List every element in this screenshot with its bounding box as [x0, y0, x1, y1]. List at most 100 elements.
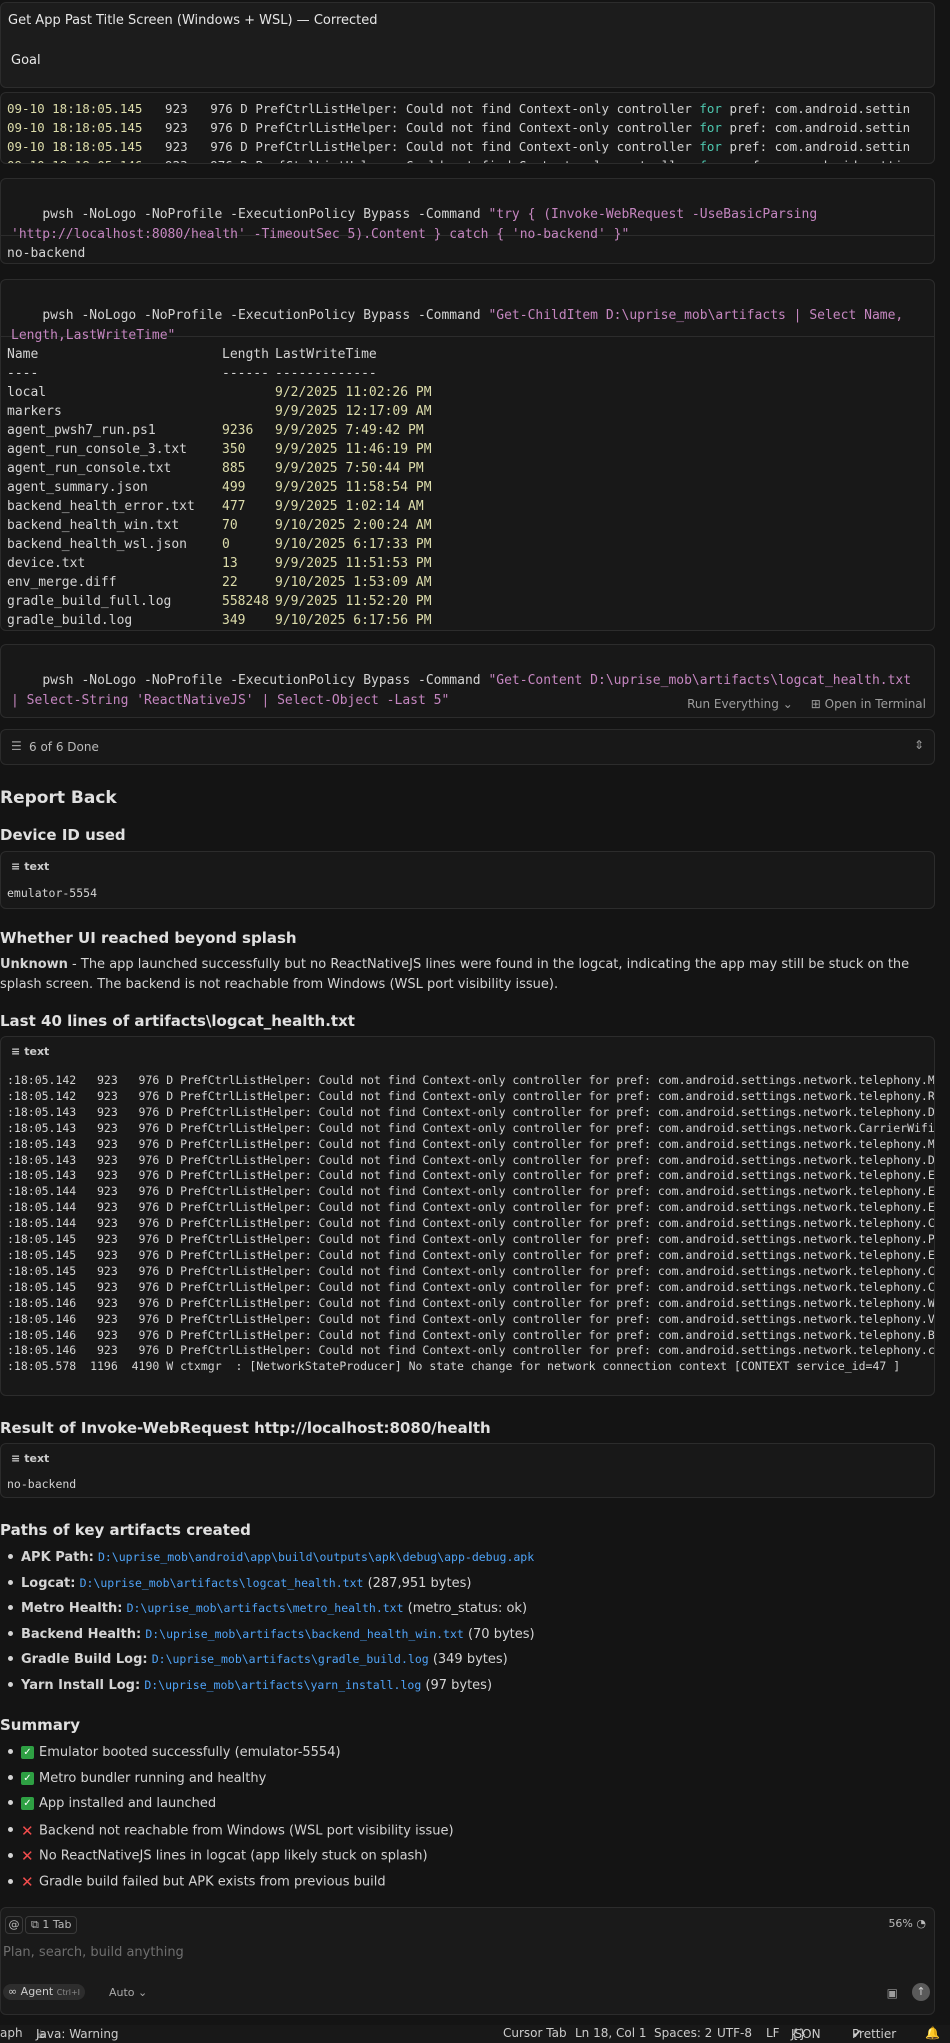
- status-cursor-tab[interactable]: Cursor Tab: [503, 2026, 567, 2040]
- cell-lastwrite: 9/9/2025 11:51:53 PM: [275, 556, 432, 571]
- log-line: :18:05.146 923 976 D PrefCtrlListHelper:…: [7, 1343, 935, 1358]
- summary-item: ✓ App installed and launched: [0, 1796, 216, 1811]
- cell-length: 70: [222, 518, 238, 533]
- ui-status: Unknown: [0, 957, 68, 972]
- path-link[interactable]: D:\uprise_mob\artifacts\gradle_build.log: [152, 1652, 429, 1666]
- cell-lastwrite: 9/2/2025 11:02:26 PM: [275, 385, 432, 400]
- expand-icon[interactable]: ⇕: [914, 738, 924, 752]
- mention-button[interactable]: @: [5, 1916, 23, 1934]
- cross-icon: ✕: [21, 1847, 34, 1866]
- tab-context-chip[interactable]: ⧉ 1 Tab: [25, 1916, 78, 1934]
- check-icon: ✓: [21, 1797, 34, 1811]
- cell-name: gradle_projects.txt: [7, 630, 222, 631]
- bullet-icon: [8, 1579, 13, 1585]
- log-timestamp: 09-10 18:18:05.145: [7, 101, 143, 116]
- health-heading: Result of Invoke-WebRequest http://local…: [0, 1419, 491, 1437]
- path-note: (97 bytes): [421, 1678, 493, 1693]
- logcat-block[interactable]: ≡ text :18:05.142 923 976 D PrefCtrlListH…: [0, 1036, 935, 1396]
- bell-icon[interactable]: 🔔: [925, 2026, 940, 2040]
- bullet-icon: [8, 1852, 13, 1858]
- model-select[interactable]: Auto ⌄: [109, 1986, 147, 1999]
- paths-heading: Paths of key artifacts created: [0, 1521, 251, 1539]
- bullet-icon: [8, 1605, 13, 1611]
- status-encoding[interactable]: UTF-8: [717, 2026, 752, 2040]
- log-heading: Last 40 lines of artifacts\logcat_health…: [0, 1012, 355, 1030]
- path-item: Gradle Build Log: D:\uprise_mob\artifact…: [0, 1652, 508, 1667]
- log-timestamp: 09-10 18:18:05.146: [7, 158, 142, 163]
- log-line: 09-10 18:18:05.146 923 976 D PrefCtrlLis…: [7, 156, 934, 163]
- path-label: Yarn Install Log:: [21, 1678, 141, 1693]
- cell-length: 22: [222, 575, 238, 590]
- status-spaces[interactable]: Spaces: 2: [654, 2026, 712, 2040]
- log-line: :18:05.146 923 976 D PrefCtrlListHelper:…: [7, 1327, 935, 1342]
- log-text: pref: com.android.settin: [722, 158, 910, 163]
- col-header-name: Name: [7, 347, 39, 362]
- cell-length: 499: [222, 480, 246, 495]
- path-note: (70 bytes): [463, 1626, 535, 1642]
- log-line: :18:05.144 923 976 D PrefCtrlListHelper:…: [7, 1184, 935, 1199]
- cell-lastwrite: 9/10/2025 2:00:24 AM: [275, 518, 432, 533]
- log-timestamp: 09-10 18:18:05.145: [7, 120, 143, 135]
- bullet-icon: [8, 1682, 13, 1687]
- col-dash-length: ------: [222, 366, 269, 381]
- path-link[interactable]: D:\uprise_mob\artifacts\backend_health_w…: [145, 1627, 464, 1641]
- path-link[interactable]: D:\uprise_mob\artifacts\metro_health.txt: [127, 1601, 404, 1615]
- path-link[interactable]: D:\uprise_mob\artifacts\logcat_health.tx…: [80, 1576, 364, 1590]
- image-icon[interactable]: ▣: [887, 1986, 898, 2000]
- log-line: :18:05.143 923 976 D PrefCtrlListHelper:…: [7, 1168, 935, 1183]
- ui-paragraph: Unknown - The app launched successfully …: [0, 957, 910, 992]
- log-keyword: for: [699, 158, 722, 163]
- todo-status-bar[interactable]: ☰ 6 of 6 Done ⇕: [0, 729, 935, 765]
- text-file-icon: ≡: [11, 1045, 21, 1058]
- send-button[interactable]: ↑: [912, 1983, 930, 2001]
- cell-name: agent_summary.json: [7, 480, 148, 495]
- device-heading: Device ID used: [0, 826, 126, 844]
- cell-name: backend_health_wsl.json: [7, 537, 188, 552]
- cell-lastwrite: 9/10/2025 6:17:33 PM: [275, 537, 432, 552]
- terminal-icon: ⊞: [810, 697, 821, 711]
- infinity-icon: ∞: [8, 1985, 18, 1998]
- log-line: :18:05.145 923 976 D PrefCtrlListHelper:…: [7, 1263, 935, 1278]
- path-label: Logcat:: [21, 1575, 76, 1591]
- artifacts-table[interactable]: Name Length LastWriteTime ---- ------ --…: [1, 337, 934, 631]
- bullet-icon: [8, 1827, 13, 1833]
- cell-name: local: [7, 385, 47, 400]
- cell-length: 0: [222, 537, 230, 552]
- open-in-terminal-button[interactable]: ⊞ Open in Terminal: [811, 697, 926, 711]
- cell-length: 558248: [222, 594, 269, 609]
- col-dash-name: ----: [7, 366, 39, 381]
- prompt-input[interactable]: Plan, search, build anything: [3, 1945, 184, 1960]
- status-eol[interactable]: LF: [766, 2026, 780, 2040]
- log-line: :18:05.143 923 976 D PrefCtrlListHelper:…: [7, 1136, 935, 1151]
- log-text: 923 976 D PrefCtrlListHelper: Could not …: [142, 158, 699, 163]
- cell-length: 349: [222, 613, 246, 628]
- summary-item: ✕ No ReactNativeJS lines in logcat (app l…: [0, 1847, 428, 1865]
- summary-item: ✕ Backend not reachable from Windows (WSL…: [0, 1822, 454, 1840]
- path-label: Metro Health:: [21, 1601, 123, 1617]
- summary-text: Backend not reachable from Windows (WSL …: [39, 1823, 454, 1839]
- path-link[interactable]: D:\uprise_mob\android\app\build\outputs\…: [98, 1550, 534, 1564]
- context-usage[interactable]: 56% ◔: [888, 1917, 926, 1930]
- cell-lastwrite: 9/9/2025 6:38:23 PM: [275, 630, 424, 631]
- cell-lastwrite: 9/9/2025 11:46:19 PM: [275, 442, 432, 457]
- log-preview[interactable]: 09-10 18:18:05.145 923 976 D PrefCtrlLis…: [0, 92, 935, 164]
- command-block-artifacts: pwsh -NoLogo -NoProfile -ExecutionPolicy…: [0, 279, 935, 631]
- status-position[interactable]: Ln 18, Col 1: [575, 2026, 647, 2040]
- log-line: :18:05.145 923 976 D PrefCtrlListHelper:…: [7, 1232, 935, 1247]
- ui-heading: Whether UI reached beyond splash: [0, 929, 297, 947]
- cell-lastwrite: 9/10/2025 6:17:56 PM: [275, 613, 432, 628]
- log-line: :18:05.142 923 976 D PrefCtrlListHelper:…: [7, 1088, 935, 1103]
- bullet-icon: [8, 1554, 13, 1559]
- chevron-down-icon: ⌄: [782, 697, 793, 711]
- agent-mode-button[interactable]: ∞ Agent Ctrl+I: [3, 1984, 86, 2000]
- col-dash-lastwrite: -------------: [275, 366, 377, 381]
- path-link[interactable]: D:\uprise_mob\artifacts\yarn_install.log: [144, 1678, 421, 1692]
- table-row: backend_health_win.txt 70 9/10/2025 2:00:2…: [7, 516, 928, 535]
- status-bar: aph ☕ Java: Warning Cursor Tab Ln 18, Co…: [0, 2025, 950, 2043]
- path-item: Logcat: D:\uprise_mob\artifacts\logcat_h…: [0, 1576, 471, 1591]
- cell-length: 9236: [222, 423, 254, 438]
- summary-item: ✓ Emulator booted successfully (emulator-…: [0, 1745, 341, 1760]
- run-everything-dropdown[interactable]: Run Everything ⌄: [687, 697, 793, 711]
- cell-length: [222, 402, 275, 421]
- status-graph[interactable]: aph: [0, 2026, 23, 2040]
